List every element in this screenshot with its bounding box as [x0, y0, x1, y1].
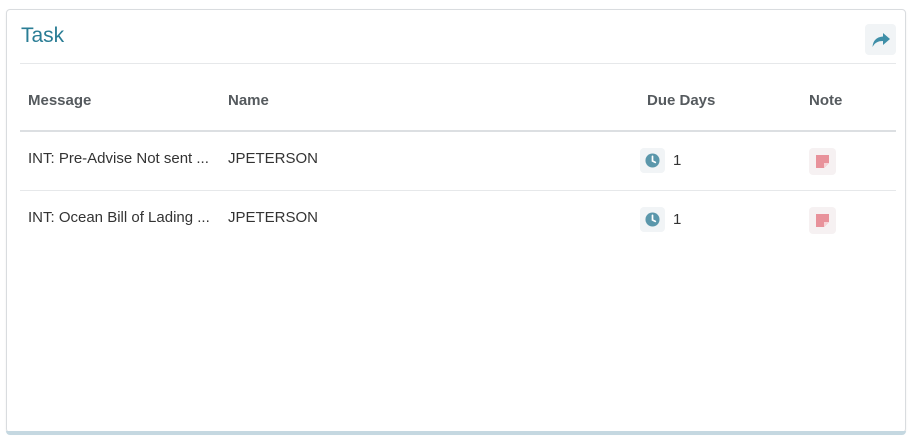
note-button[interactable] — [809, 207, 836, 234]
panel-bottom-border — [6, 431, 906, 435]
due-days-value: 1 — [673, 211, 682, 228]
table-row[interactable]: INT: Ocean Bill of Lading ... JPETERSON … — [20, 191, 896, 250]
task-table: Message Name Due Days Note INT: Pre-Advi… — [20, 65, 896, 250]
column-header-message[interactable]: Message — [28, 92, 91, 109]
clock-icon — [640, 148, 665, 173]
due-days-cell: 1 — [640, 148, 681, 173]
share-button[interactable] — [865, 24, 896, 55]
name-cell: JPETERSON — [228, 150, 319, 167]
clock-icon — [640, 207, 665, 232]
panel-header: Task — [20, 10, 896, 64]
name-cell: JPETERSON — [228, 209, 319, 226]
sticky-note-icon — [816, 214, 829, 227]
sticky-note-icon — [816, 155, 829, 168]
message-cell[interactable]: INT: Ocean Bill of Lading ... — [28, 209, 218, 226]
message-cell[interactable]: INT: Pre-Advise Not sent ... — [28, 150, 218, 167]
share-arrow-icon — [872, 32, 890, 47]
column-header-due-days[interactable]: Due Days — [647, 92, 715, 109]
table-header: Message Name Due Days Note — [20, 65, 896, 132]
due-days-value: 1 — [673, 152, 682, 169]
panel-title: Task — [21, 24, 65, 47]
note-button[interactable] — [809, 148, 836, 175]
column-header-note[interactable]: Note — [809, 92, 842, 109]
task-panel: Task Message Name Due Days Note INT: Pre… — [6, 9, 906, 433]
note-cell — [809, 148, 836, 175]
column-header-name[interactable]: Name — [228, 92, 269, 109]
note-cell — [809, 207, 836, 234]
due-days-cell: 1 — [640, 207, 681, 232]
table-row[interactable]: INT: Pre-Advise Not sent ... JPETERSON 1 — [20, 132, 896, 191]
